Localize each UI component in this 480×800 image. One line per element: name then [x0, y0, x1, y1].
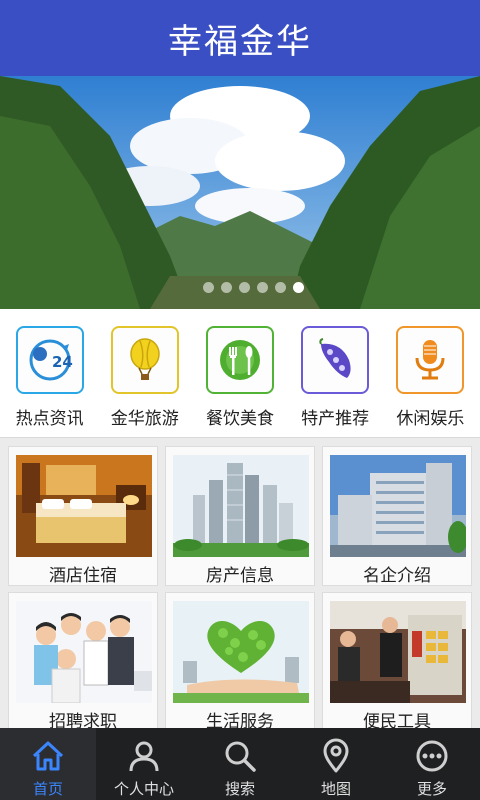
banner-image — [0, 76, 480, 309]
carousel-dot-active[interactable] — [292, 282, 304, 293]
card-label: 名企介绍 — [363, 566, 431, 586]
bottom-tab-bar: 首页 个人中心 搜索 地图 更多 — [0, 728, 480, 800]
quick-item-specialties[interactable]: 特产推荐 — [289, 309, 381, 437]
carousel-indicators — [0, 282, 480, 293]
quick-item-dining[interactable]: 餐饮美食 — [194, 309, 286, 437]
quick-item-label: 金华旅游 — [110, 409, 179, 429]
quick-item-hot-news[interactable]: 24 热点资讯 — [4, 309, 96, 437]
quick-item-label: 休闲娱乐 — [396, 409, 465, 429]
clock-24-icon: 24 — [15, 326, 84, 394]
app-title: 幸福金华 — [168, 21, 312, 62]
tab-label: 首页 — [32, 780, 63, 798]
card-convenience-tools[interactable]: 便民工具 — [322, 592, 472, 732]
carousel-dot[interactable] — [256, 282, 268, 293]
quick-item-tourism[interactable]: 金华旅游 — [99, 309, 191, 437]
tab-label: 个人中心 — [113, 780, 174, 798]
card-recruitment[interactable]: 招聘求职 — [8, 592, 158, 732]
tab-more[interactable]: 更多 — [384, 728, 480, 800]
home-icon — [32, 741, 64, 771]
map-pin-icon — [323, 738, 349, 773]
market-stall-image — [330, 601, 466, 703]
quick-item-label: 特产推荐 — [301, 409, 370, 429]
carousel-dot[interactable] — [220, 282, 232, 293]
quick-item-leisure[interactable]: 休闲娱乐 — [384, 309, 476, 437]
tab-label: 搜索 — [224, 780, 255, 798]
search-icon — [225, 741, 256, 772]
carousel-dot[interactable] — [274, 282, 286, 293]
hotel-room-image — [16, 455, 152, 557]
tab-home[interactable]: 首页 — [0, 728, 96, 800]
green-heart-image — [173, 601, 309, 703]
carousel-dot[interactable] — [238, 282, 250, 293]
more-icon — [416, 740, 448, 772]
tab-map[interactable]: 地图 — [288, 728, 384, 800]
person-icon — [129, 741, 159, 772]
dining-icon — [205, 326, 274, 394]
card-hotel[interactable]: 酒店住宿 — [8, 446, 158, 586]
category-grid: 酒店住宿 房产信息 名企介绍 招聘求职 生活服务 便民工具 — [0, 446, 480, 732]
tab-search[interactable]: 搜索 — [192, 728, 288, 800]
microphone-icon — [396, 326, 465, 394]
card-life-services[interactable]: 生活服务 — [165, 592, 315, 732]
card-real-estate[interactable]: 房产信息 — [165, 446, 315, 586]
card-enterprise[interactable]: 名企介绍 — [322, 446, 472, 586]
tab-label: 地图 — [320, 780, 351, 798]
office-building-image — [330, 455, 466, 557]
quick-categories: 24 热点资讯 金华旅游 餐饮美食 特产推荐 休闲娱乐 — [0, 309, 480, 438]
carousel-dot[interactable] — [202, 282, 214, 293]
balloon-icon — [110, 326, 179, 394]
city-buildings-image — [173, 455, 309, 557]
tab-label: 更多 — [416, 780, 447, 798]
pea-pod-icon — [301, 326, 370, 394]
card-label: 酒店住宿 — [49, 566, 117, 586]
app-header: 幸福金华 — [0, 0, 480, 76]
quick-item-label: 餐饮美食 — [205, 409, 274, 429]
banner-carousel[interactable] — [0, 76, 480, 309]
card-label: 房产信息 — [206, 566, 274, 586]
people-group-image — [16, 601, 152, 703]
tab-profile[interactable]: 个人中心 — [96, 728, 192, 800]
quick-item-label: 热点资讯 — [15, 409, 84, 429]
svg-text:24: 24 — [52, 353, 73, 371]
